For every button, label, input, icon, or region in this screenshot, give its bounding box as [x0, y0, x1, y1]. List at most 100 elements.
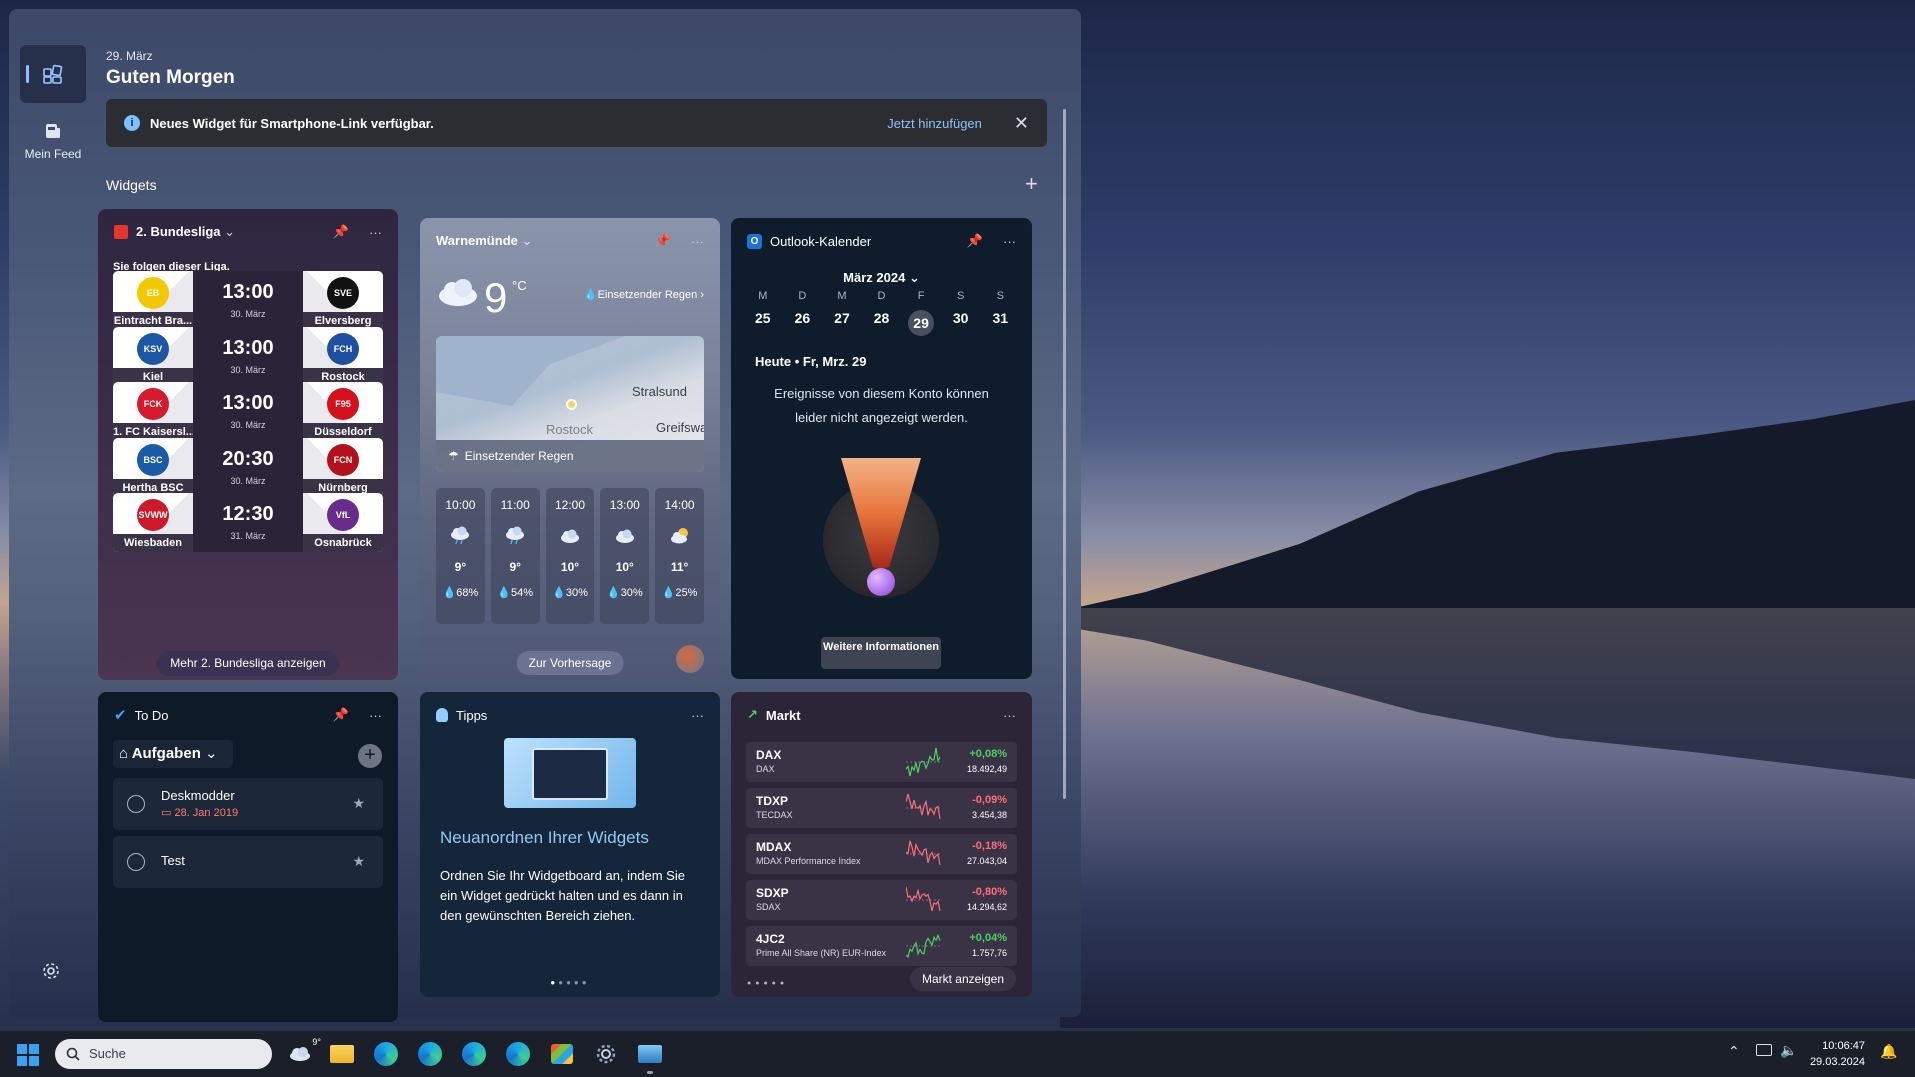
calendar-day[interactable]: 30 [941, 310, 981, 336]
show-market-button[interactable]: Markt anzeigen [909, 967, 1016, 991]
calendar-day[interactable]: 31 [980, 310, 1020, 336]
edge-canary-icon[interactable] [504, 1040, 532, 1068]
star-icon[interactable]: ★ [352, 795, 365, 812]
stock-symbol: DAX [756, 748, 782, 762]
star-icon[interactable]: ★ [352, 853, 365, 870]
calendar-day[interactable]: 27 [822, 310, 862, 336]
widget-title[interactable]: To Do [135, 708, 313, 723]
kickoff-time: 13:00 [222, 336, 274, 359]
hour-forecast-item[interactable]: 12:00 10° 💧30% [545, 488, 595, 624]
match-row[interactable]: EB Eintracht Bra... 13:00 30. März SVE Elvers… [113, 271, 383, 330]
pin-icon[interactable]: 📌 [655, 233, 671, 249]
more-options-icon[interactable]: ··· [691, 234, 704, 249]
widgets-taskbar-button[interactable]: 9° [283, 1037, 321, 1068]
widgets-nav-button[interactable] [20, 45, 86, 103]
settings-icon[interactable] [592, 1040, 620, 1068]
sun-cloud-icon [669, 520, 691, 552]
notification-bell-icon[interactable]: 🔔 [1880, 1043, 1897, 1060]
match-row[interactable]: BSC Hertha BSC 20:30 30. März FCN Nürnberg [113, 437, 383, 497]
page-indicator[interactable]: ●●●●● [420, 978, 720, 987]
hour-precipitation: 💧30% [607, 586, 643, 599]
edge-beta-icon[interactable] [416, 1040, 444, 1068]
hour-forecast-item[interactable]: 14:00 11° 💧25% [655, 488, 704, 624]
match-row[interactable]: KSV Kiel 13:00 30. März FCH Rostock [113, 326, 383, 386]
active-indicator [26, 65, 29, 83]
stock-row[interactable]: DAX DAX +0,08% 18.492,49 [746, 742, 1017, 782]
hour-forecast-item[interactable]: 10:00 9° 💧68% [436, 488, 485, 624]
more-options-icon[interactable]: ··· [1003, 708, 1016, 723]
tip-heading[interactable]: Neuanordnen Ihrer Widgets [440, 828, 649, 848]
start-button[interactable] [16, 1043, 40, 1072]
widget-title[interactable]: Outlook-Kalender [770, 234, 947, 249]
more-options-icon[interactable]: ··· [1003, 234, 1016, 249]
network-icon[interactable] [1756, 1044, 1772, 1056]
forecast-button[interactable]: Zur Vorhersage [516, 651, 624, 675]
system-clock[interactable]: 10:06:47 29.03.2024 [1810, 1038, 1865, 1070]
match-row[interactable]: SVWW Wiesbaden 12:30 31. März VfL Osnabrück [113, 493, 383, 552]
task-list-selector[interactable]: ⌂ Aufgaben ⌄ [113, 740, 233, 768]
feed-icon [46, 124, 60, 138]
photos-icon[interactable] [636, 1040, 664, 1074]
month-selector[interactable]: März 2024 ⌄ [731, 270, 1032, 286]
more-options-icon[interactable]: ··· [369, 225, 382, 240]
calendar-day[interactable]: 25 [743, 310, 783, 336]
task-item[interactable]: Deskmodder ▭ 28. Jan 2019 ★ [113, 778, 383, 830]
scrollbar[interactable] [1063, 109, 1066, 799]
calendar-day[interactable]: 26 [783, 310, 823, 336]
hour-temperature: 10° [560, 560, 580, 574]
weather-avatar[interactable] [676, 645, 704, 673]
task-item[interactable]: Test ★ [113, 836, 383, 888]
widget-title[interactable]: Tipps [456, 708, 671, 723]
hour-forecast-item[interactable]: 13:00 10° 💧30% [600, 488, 650, 624]
pin-icon[interactable]: 📌 [967, 233, 983, 249]
add-task-button[interactable]: + [358, 744, 382, 768]
stock-row[interactable]: 4JC2 Prime All Share (NR) EUR-Index +0,04%… [746, 926, 1017, 966]
volume-icon[interactable]: 🔈 [1780, 1042, 1797, 1059]
settings-gear-icon[interactable] [41, 961, 61, 986]
weekday-label: M [758, 290, 768, 302]
away-team: FCH Rostock [303, 326, 383, 386]
weather-map[interactable]: Stralsund Rostock Greifswa ☂ Einsetzender… [436, 336, 704, 472]
more-info-button[interactable]: Weitere Informationen [821, 637, 941, 669]
edge-icon[interactable] [372, 1040, 400, 1068]
pin-icon[interactable]: 📌 [333, 224, 349, 240]
more-bundesliga-button[interactable]: Mehr 2. Bundesliga anzeigen [156, 651, 340, 676]
pin-icon[interactable]: 📌 [333, 707, 349, 723]
widget-title[interactable]: 2. Bundesliga ⌄ [136, 224, 313, 240]
weather-condition[interactable]: 💧Einsetzender Regen › [584, 288, 704, 301]
my-feed-nav[interactable]: Mein Feed [20, 121, 86, 161]
file-explorer-icon[interactable] [328, 1040, 356, 1068]
stock-change: -0,80% [972, 886, 1007, 898]
away-team: FCN Nürnberg [303, 437, 383, 497]
more-options-icon[interactable]: ··· [691, 708, 704, 723]
page-indicator[interactable]: ●●●●● [747, 980, 788, 987]
tray-chevron-icon[interactable]: ⌃ [1728, 1043, 1740, 1060]
stock-row[interactable]: MDAX MDAX Performance Index -0,18% 27.043,0… [746, 834, 1017, 874]
weekday-label: D [798, 290, 807, 302]
widget-title[interactable]: Warnemünde ⌄ [436, 233, 635, 249]
home-team-crest-icon: BSC [137, 443, 169, 476]
more-options-icon[interactable]: ··· [369, 708, 382, 723]
match-row[interactable]: FCK 1. FC Kaisersl... 13:00 30. März F95 Düss… [113, 382, 383, 441]
stock-row[interactable]: TDXP TECDAX -0,09% 3.454,38 [746, 788, 1017, 828]
sparkline-chart [906, 747, 942, 777]
stock-row[interactable]: SDXP SDAX -0,80% 14.294,62 [746, 880, 1017, 920]
store-icon[interactable] [548, 1040, 576, 1068]
edge-dev-icon[interactable] [460, 1040, 488, 1068]
add-now-link[interactable]: Jetzt hinzufügen [887, 116, 982, 131]
widget-title[interactable]: Markt [766, 708, 983, 723]
hour-precipitation: 💧30% [552, 586, 588, 599]
task-checkbox[interactable] [127, 795, 145, 813]
away-team-crest-icon: F95 [327, 388, 359, 420]
windows-icon [17, 1044, 39, 1066]
search-box[interactable]: Suche [55, 1039, 272, 1069]
task-checkbox[interactable] [127, 853, 145, 871]
away-team-crest-icon: VfL [327, 499, 359, 531]
calendar-day[interactable]: 28 [862, 310, 902, 336]
away-team: SVE Elversberg [303, 271, 383, 330]
calendar-day[interactable]: 29 [901, 310, 941, 336]
add-widget-button[interactable]: + [1025, 171, 1038, 197]
hour-time: 12:00 [554, 498, 585, 512]
close-icon[interactable]: ✕ [1014, 113, 1029, 134]
hour-forecast-item[interactable]: 11:00 9° 💧54% [490, 488, 540, 624]
